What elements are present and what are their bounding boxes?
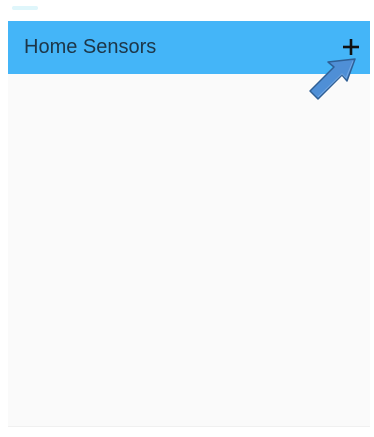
plus-icon xyxy=(343,39,359,55)
page-title: Home Sensors xyxy=(24,36,157,58)
add-sensor-button[interactable] xyxy=(334,30,368,64)
bottom-divider xyxy=(8,426,370,427)
status-indicator xyxy=(12,6,38,10)
sensor-list-area xyxy=(8,74,370,426)
app-screen: Home Sensors xyxy=(0,0,374,437)
status-strip xyxy=(0,0,374,21)
app-bar: Home Sensors xyxy=(8,21,370,74)
